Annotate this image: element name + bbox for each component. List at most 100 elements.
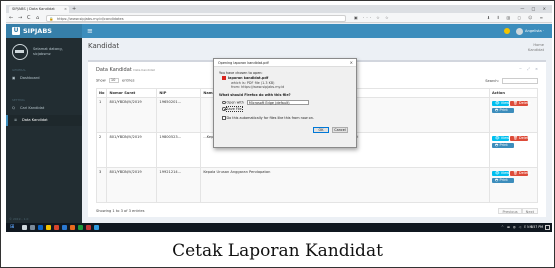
view-button[interactable]: 👁 View <box>492 171 509 176</box>
column-header-action: Action <box>489 88 538 98</box>
sidebar-item-data-kandidat[interactable]: ≣ Data Kandidat <box>6 115 82 126</box>
search-icon: Q <box>12 106 15 110</box>
cell-nip: 19921214... <box>156 167 202 203</box>
column-header-no[interactable]: No <box>95 88 108 98</box>
page-title: Kandidat <box>88 42 120 50</box>
menu-toggle-icon[interactable]: ≡ <box>87 24 93 38</box>
cancel-button[interactable]: Cancel <box>332 127 348 133</box>
auto-checkbox[interactable] <box>222 116 226 120</box>
delete-button[interactable]: 🗑 Delete <box>510 136 531 141</box>
print-pdf-button[interactable]: 🖶 Print PDF <box>492 108 514 117</box>
box-subtitle: Data Kandidat <box>133 68 155 72</box>
save-file-radio[interactable] <box>222 107 226 111</box>
excel-icon[interactable] <box>78 225 83 230</box>
sidebar: U SIPJABS Selamat datang, sicjabsmz GENER… <box>6 24 82 223</box>
breadcrumb: Home Kandidat <box>528 43 544 53</box>
edge-icon[interactable] <box>38 225 43 230</box>
dialog-file-name: laporan kandidat.pdf <box>228 76 269 80</box>
open-with-radio[interactable] <box>222 100 226 105</box>
cell-nomor-surat: 801/YBDN/V/2019 <box>106 97 158 133</box>
sidebar-item-label: Cari Kandidat <box>20 106 45 110</box>
cell-nip: 19800523... <box>156 132 202 168</box>
ok-button[interactable]: OK <box>313 127 329 133</box>
firefox-icon[interactable] <box>70 225 75 230</box>
open-with-option[interactable]: Open with Microsoft Edge (default) <box>222 100 309 105</box>
column-header-nomor-surat[interactable]: Nomor Surat <box>106 88 158 98</box>
browser-tab[interactable]: SIPJABS | Data Kandidat × <box>9 6 69 13</box>
column-header-nip[interactable]: NIP <box>156 88 202 98</box>
print-pdf-button[interactable]: 🖶 Print PDF <box>492 143 514 152</box>
new-tab-icon[interactable]: + <box>72 5 76 13</box>
forward-icon[interactable]: → <box>18 14 22 22</box>
home-icon[interactable]: ⌂ <box>36 14 39 22</box>
sidebar-header-general: GENERAL <box>12 68 27 72</box>
home-icon: ▣ <box>12 76 16 80</box>
clock[interactable]: 9:57 PM <box>530 223 543 232</box>
start-icon[interactable]: ⊞ <box>10 224 15 231</box>
search-input[interactable] <box>502 78 538 84</box>
screenshot: SIPJABS | Data Kandidat × + — □ × ← → C … <box>6 5 552 232</box>
figure-caption: Cetak Laporan Kandidat <box>172 241 383 261</box>
app-icon[interactable] <box>94 225 99 230</box>
user-menu[interactable]: Angelista · <box>504 24 544 38</box>
save-file-option[interactable]: Save File <box>222 106 243 112</box>
box-title-text: Data Kandidat <box>96 67 132 73</box>
task-view-icon[interactable] <box>30 225 35 230</box>
system-tray[interactable]: ^ ▬ ◍ ◁ ENG <box>501 223 534 232</box>
sidebar-item-label: Dashboard <box>20 76 40 80</box>
cell-action: 👁 View 🗑 Delete 🖶 Print PDF <box>489 97 538 133</box>
url-bar[interactable]: 🔒 https://www.sipjabs.my.id/candidates <box>46 14 346 22</box>
notification-center-icon[interactable] <box>545 225 550 230</box>
table-row: 3 801/YBDN/V/2019 19921214... Kepala Uru… <box>95 167 538 203</box>
word-icon[interactable] <box>62 225 67 230</box>
sidebar-item-dashboard[interactable]: ▣ Dashboard <box>6 73 82 84</box>
office-icon[interactable] <box>54 225 59 230</box>
table-search: Search: <box>485 78 538 84</box>
user-panel: Selamat datang, sicjabsmz <box>6 40 82 64</box>
dialog-file: laporan kandidat.pdf <box>222 76 268 80</box>
browser-toolbar-icons[interactable]: ⬇ ⦀ ▥ ◻ ☺ ≡ <box>487 14 546 22</box>
search-icon[interactable] <box>22 225 27 230</box>
previous-page-button[interactable]: Previous <box>498 208 522 214</box>
sidebar-item-cari-kandidat[interactable]: Q Cari Kandidat <box>6 103 82 114</box>
window-controls[interactable]: — □ × <box>520 5 549 13</box>
box-tools[interactable]: − ⤢ × <box>519 67 540 71</box>
sidebar-header-setting: SETTING <box>12 98 25 102</box>
cell-no: 3 <box>95 167 108 203</box>
page-length-select[interactable]: 10 <box>108 78 119 83</box>
close-tab-icon[interactable]: × <box>64 6 67 13</box>
dialog-titlebar[interactable]: Opening laporan kandidat.pdf × <box>214 59 356 67</box>
print-pdf-button[interactable]: 🖶 Print PDF <box>492 178 514 187</box>
lock-icon: 🔒 <box>49 16 54 21</box>
cell-nomor-surat: 801/YBDN/V/2019 <box>106 167 158 203</box>
reload-icon[interactable]: C <box>27 14 31 22</box>
notification-icon[interactable] <box>504 28 510 34</box>
figure-frame: SIPJABS | Data Kandidat × + — □ × ← → C … <box>0 0 555 268</box>
view-button[interactable]: 👁 View <box>492 136 509 141</box>
entries-label: entries <box>122 78 135 83</box>
app-icon[interactable] <box>86 225 91 230</box>
delete-button[interactable]: 🗑 Delete <box>510 101 531 106</box>
auto-label: Do this automatically for files like thi… <box>226 116 314 120</box>
show-label: Show <box>96 78 106 83</box>
view-button[interactable]: 👁 View <box>492 101 509 106</box>
delete-button[interactable]: 🗑 Delete <box>510 171 531 176</box>
search-label: Search: <box>485 79 499 83</box>
breadcrumb-current: Kandidat <box>528 48 544 52</box>
brand-logo-icon: U <box>12 27 20 35</box>
open-with-app-select[interactable]: Microsoft Edge (default) <box>246 100 309 105</box>
close-icon[interactable]: × <box>350 59 353 67</box>
sidebar-item-label: Data Kandidat <box>22 118 48 122</box>
dialog-buttons: OK Cancel <box>310 127 348 133</box>
next-page-button[interactable]: Next <box>521 208 538 214</box>
auto-option[interactable]: Do this automatically for files like thi… <box>222 116 314 120</box>
url-bar-icons[interactable]: ▣ ··· ☆ ☆ <box>354 14 391 22</box>
brand[interactable]: U SIPJABS <box>6 24 82 38</box>
file-explorer-icon[interactable] <box>46 225 51 230</box>
dialog-question: What should Firefox do with this file? <box>219 93 291 97</box>
dialog-title: Opening laporan kandidat.pdf <box>218 61 269 65</box>
page-length-control: Show 10 entries <box>96 78 134 83</box>
windows-taskbar: ⊞ ^ ▬ ◍ ◁ ENG 9:57 PM <box>6 223 552 232</box>
avatar <box>516 27 523 35</box>
back-icon[interactable]: ← <box>9 14 13 22</box>
